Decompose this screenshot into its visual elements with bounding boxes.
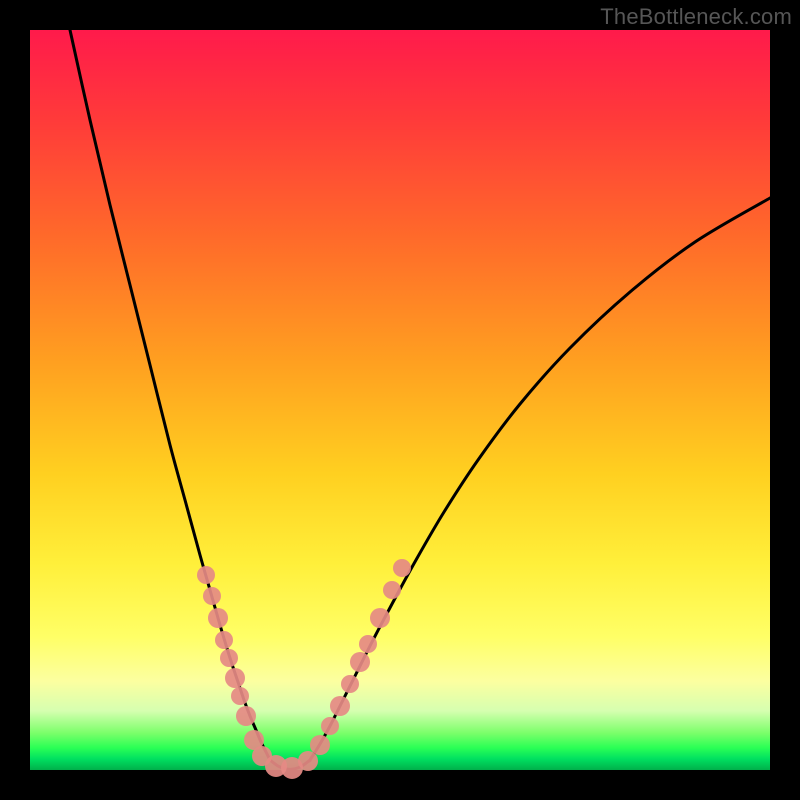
curve-line [70,30,770,769]
plot-area [30,30,770,770]
bottleneck-curve [30,30,770,770]
watermark-text: TheBottleneck.com [600,4,792,30]
chart-frame: TheBottleneck.com [0,0,800,800]
marker-dots [197,559,411,779]
